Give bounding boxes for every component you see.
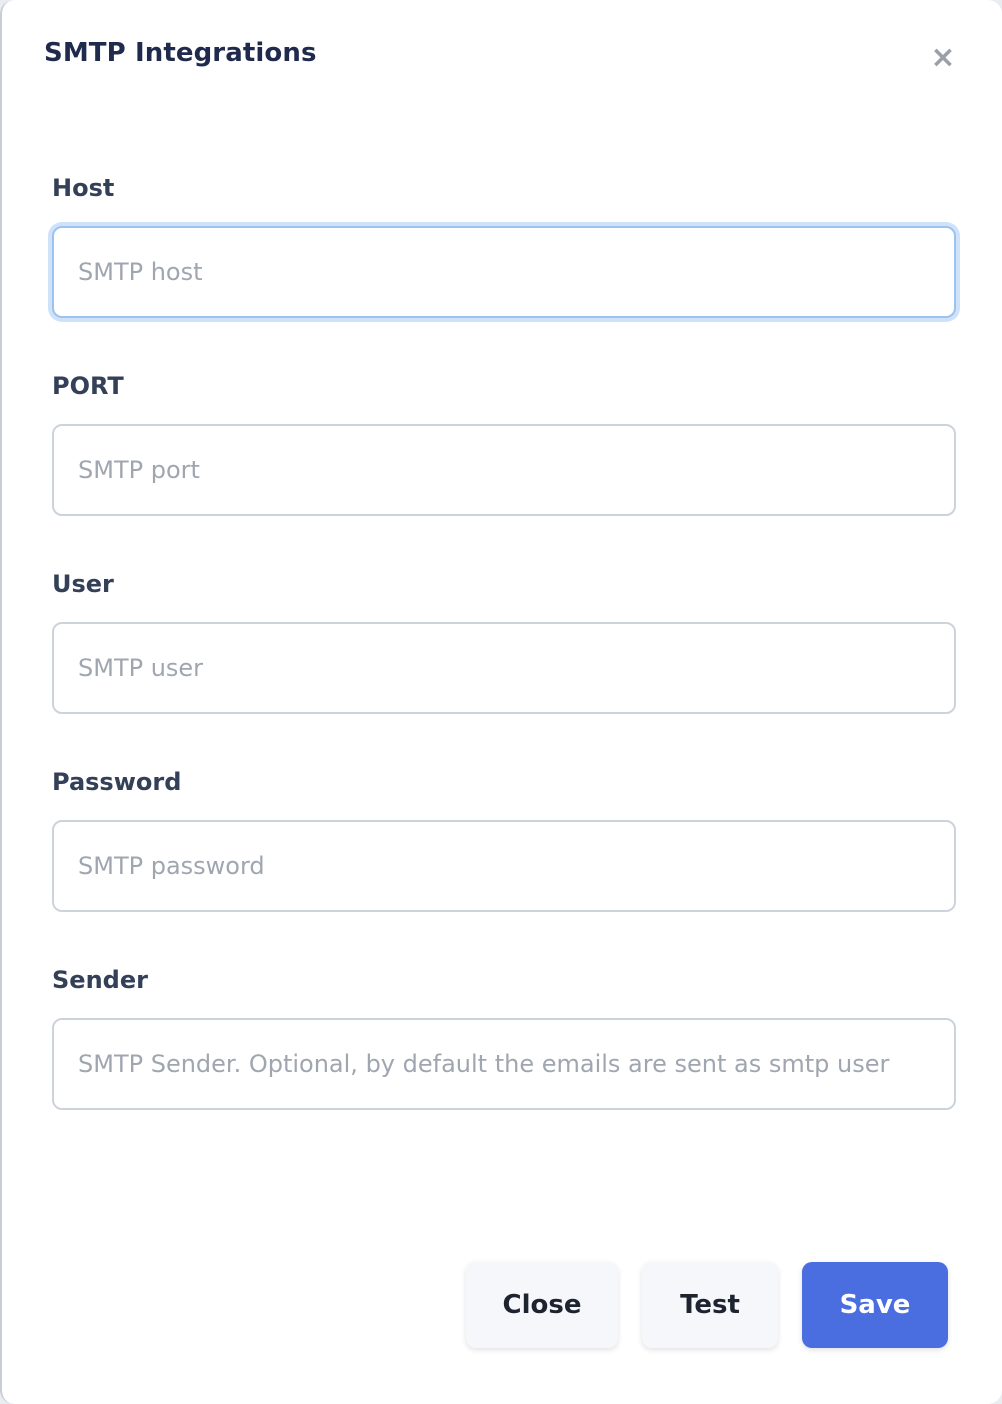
port-input[interactable] xyxy=(52,424,956,516)
close-icon[interactable]: × xyxy=(928,42,958,74)
password-input[interactable] xyxy=(52,820,956,912)
password-label: Password xyxy=(52,768,182,796)
modal-title: SMTP Integrations xyxy=(44,38,317,68)
close-button[interactable]: Close xyxy=(466,1262,618,1348)
host-input[interactable] xyxy=(52,226,956,318)
sender-label: Sender xyxy=(52,966,148,994)
host-label: Host xyxy=(52,174,115,202)
smtp-integrations-modal: SMTP Integrations × Host PORT User Passw… xyxy=(0,0,1002,1404)
port-label: PORT xyxy=(52,372,124,400)
sender-input[interactable] xyxy=(52,1018,956,1110)
save-button[interactable]: Save xyxy=(802,1262,948,1348)
user-input[interactable] xyxy=(52,622,956,714)
user-label: User xyxy=(52,570,114,598)
test-button[interactable]: Test xyxy=(642,1262,778,1348)
